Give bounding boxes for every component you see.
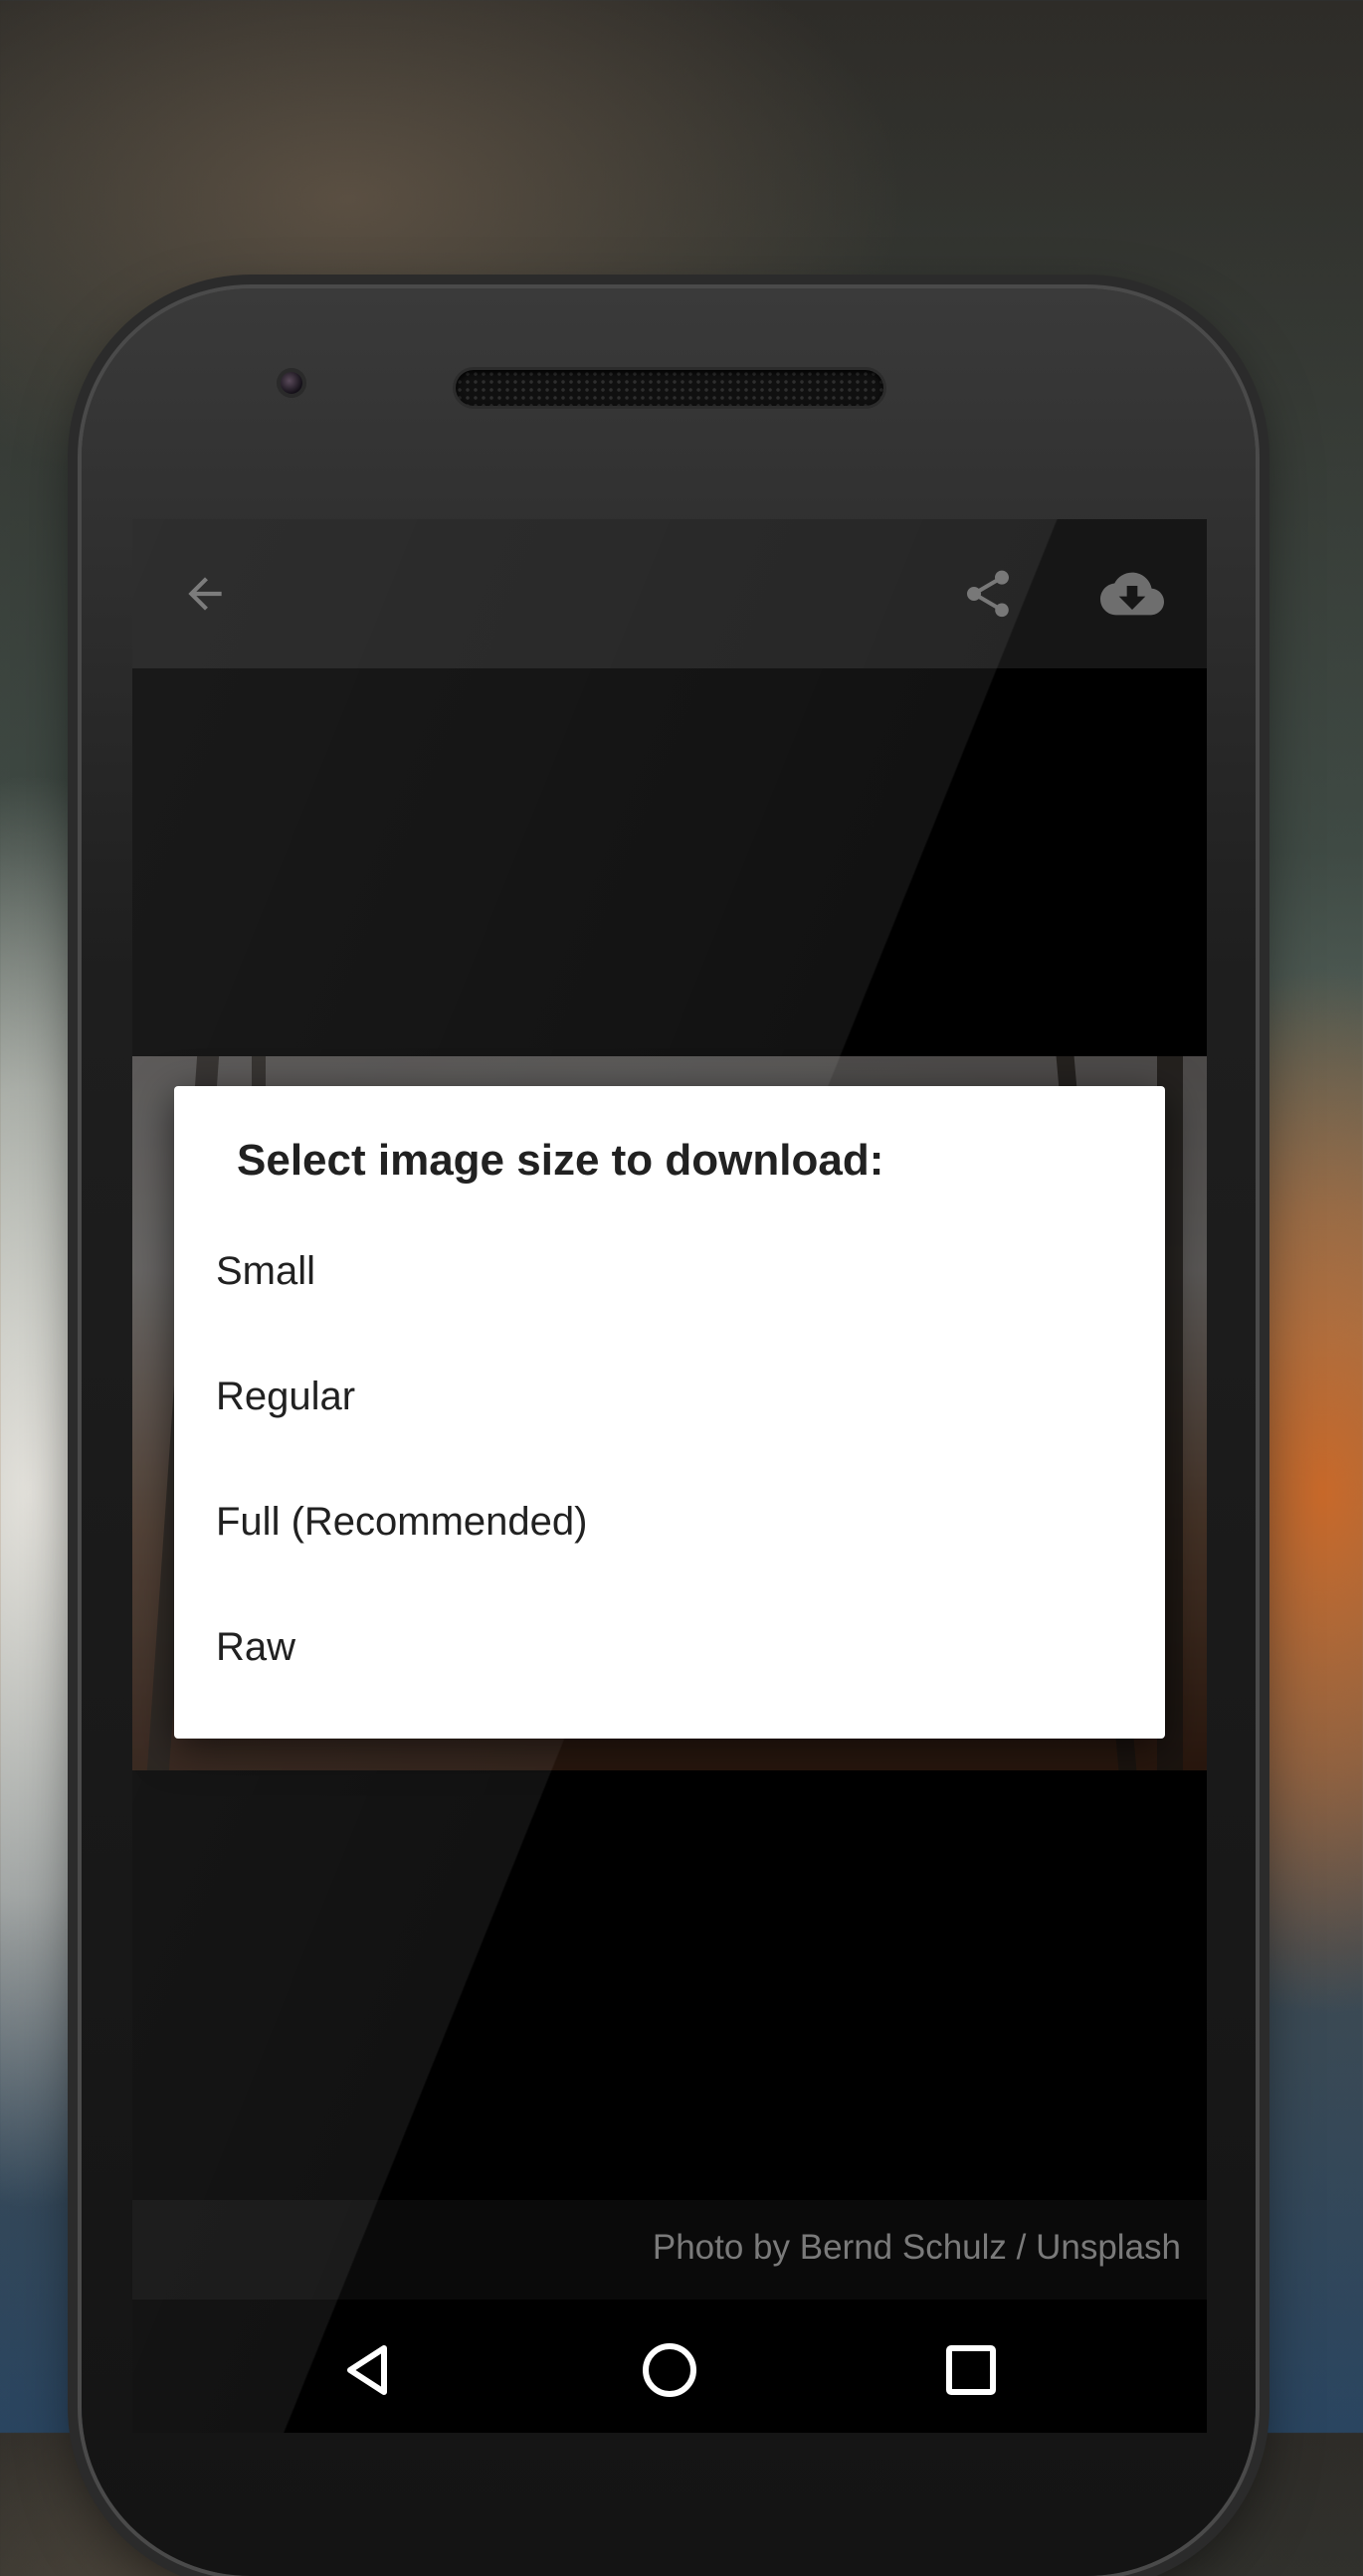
photo-credit-bar: Photo by Bernd Schulz / Unsplash	[132, 2200, 1207, 2300]
front-camera	[281, 372, 302, 394]
option-raw[interactable]: Raw	[216, 1587, 1121, 1707]
dialog-title: Select image size to download:	[237, 1136, 884, 1185]
earpiece-speaker	[456, 370, 883, 406]
option-regular[interactable]: Regular	[216, 1337, 1121, 1456]
download-button[interactable]	[1092, 554, 1172, 634]
app-toolbar	[132, 519, 1207, 668]
share-icon	[967, 570, 1009, 618]
cloud-download-icon	[1100, 572, 1164, 616]
nav-home-button[interactable]	[625, 2325, 714, 2415]
back-button[interactable]	[165, 554, 245, 634]
nav-recents-button[interactable]	[926, 2325, 1016, 2415]
nav-recents-icon	[946, 2345, 996, 2395]
arrow-back-icon	[188, 577, 222, 611]
phone-power-button	[1256, 1238, 1266, 1591]
option-full[interactable]: Full (Recommended)	[216, 1462, 1121, 1581]
option-small[interactable]: Small	[216, 1211, 1121, 1331]
nav-back-button[interactable]	[323, 2325, 413, 2415]
phone-screen: Photo by Bernd Schulz / Unsplash Select …	[132, 519, 1207, 2433]
nav-home-icon	[643, 2343, 696, 2397]
nav-back-icon	[347, 2345, 387, 2395]
photo-credit[interactable]: Photo by Bernd Schulz / Unsplash	[653, 2228, 1181, 2268]
share-button[interactable]	[948, 554, 1028, 634]
download-size-dialog: Select image size to download: Small Reg…	[174, 1086, 1165, 1739]
phone-volume-button	[1256, 910, 1266, 1074]
system-nav-bar	[132, 2303, 1207, 2433]
